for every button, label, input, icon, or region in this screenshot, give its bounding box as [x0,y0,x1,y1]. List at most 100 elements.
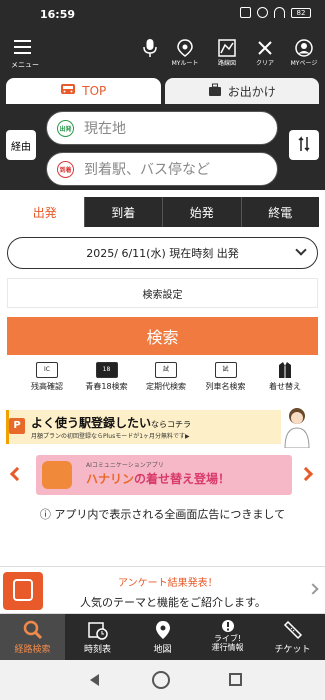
nav-route-search-label: 経路検索 [14,645,51,655]
mypage-label: MYページ [290,60,318,67]
from-badge: 出発 [57,119,74,137]
shortcut-row: IC 残高確認 18 青春18検索 試 定期代検索 試 列車名検索 着せ替え [22,359,310,397]
chevron-down-icon [295,244,307,256]
nav-live-info[interactable]: ライブ! 運行情報 [195,614,260,660]
nav-ticket-label: チケット [274,645,311,655]
mode-first-train[interactable]: 始発 [162,197,241,227]
shortcut-commuter-pass[interactable]: 試 定期代検索 [141,359,191,397]
route-map-button[interactable]: 路線図 [213,38,241,68]
alert-icon [195,618,260,634]
train-icon [60,83,76,100]
wifi-icon [274,7,285,18]
nav-timetable-label: 時刻表 [83,645,111,655]
system-nav-bar [0,660,325,700]
status-bar: 16:59 82 [0,0,325,28]
seishun18-icon: 18 [82,359,132,381]
tab-odekake-label: お出かけ [227,84,276,99]
promo-banner[interactable]: P よく使う駅登録したいならコチラ 月額プランの初回登録ならPlusモードが1ヶ… [6,404,319,450]
clear-button[interactable]: クリア [251,38,279,68]
tab-top-label: TOP [82,84,107,98]
via-button[interactable]: 経由 [6,130,36,160]
shortcut-seishun18[interactable]: 18 青春18検索 [82,359,132,397]
swap-button[interactable] [289,130,319,160]
ad-kicker: AIコミュニケーションアプリ [86,462,164,469]
tab-top[interactable]: TOP [6,78,161,104]
shortcut-theme[interactable]: 着せ替え [260,359,310,397]
search-settings-button[interactable]: 検索設定 [7,278,318,308]
shortcut-balance-label: 残高確認 [31,382,63,391]
my-route-button[interactable]: MYルート [171,38,199,68]
mypage-icon [290,38,318,58]
fullscreen-ad-notice[interactable]: ⓘ アプリ内で表示される全画面広告につきまして [0,506,325,522]
chevron-left-icon[interactable] [9,466,25,482]
shortcut-seishun18-label: 青春18検索 [85,382,128,391]
commuter-pass-icon: 試 [141,359,191,381]
mode-departure[interactable]: 出発 [6,197,84,227]
bottom-nav: 経路検索 時刻表 地図 ライブ! 運行情報 チケット [0,614,325,660]
shortcut-balance[interactable]: IC 残高確認 [22,359,72,397]
menu-label: メニュー [11,61,39,69]
menu-button[interactable]: メニュー [10,38,40,69]
status-icons: 82 [240,7,311,18]
battery-icon: 82 [291,7,311,18]
tab-odekake[interactable]: お出かけ [164,78,319,104]
chevron-right-icon [307,583,319,595]
from-placeholder: 現在地 [84,121,126,137]
survey-banner[interactable]: アンケート結果発表！ 人気のテーマと機能をご紹介します。 [0,566,325,614]
top-tabs: TOP お出かけ [0,74,325,104]
notification-icon [240,7,251,18]
shortcut-train-name[interactable]: 試 列車名検索 [201,359,251,397]
ad-banner[interactable]: AIコミュニケーションアプリ ハナリンの着せ替え登場！ [6,455,319,495]
my-route-label: MYルート [171,60,199,67]
to-field[interactable]: 到着 到着駅、バス停など [46,152,278,186]
datetime-selector[interactable]: 2025/ 6/11(水) 現在時刻 出発 [7,237,318,269]
search-button[interactable]: 検索 [7,317,318,355]
clear-icon [251,38,279,58]
ticket-icon [260,618,325,642]
my-route-icon [171,38,199,58]
from-field[interactable]: 出発 現在地 [46,111,278,145]
nav-map[interactable]: 地図 [130,614,195,660]
nav-ticket[interactable]: チケット [260,614,325,660]
chevron-right-icon[interactable] [298,466,314,482]
search-settings-label: 検索設定 [142,289,183,301]
promo-subtitle: 月額プランの初回登録ならPlusモードが1ヶ月分無料です▶ [31,433,190,440]
nav-route-search[interactable]: 経路検索 [0,614,65,660]
ad-title: ハナリンの着せ替え登場！ [86,472,231,486]
mypage-button[interactable]: MYページ [290,38,318,68]
recent-apps-icon[interactable] [229,673,242,686]
promo-title: よく使う駅登録したいならコチラ [31,416,192,430]
route-map-label: 路線図 [217,60,236,67]
datetime-label: 2025/ 6/11(水) 現在時刻 出発 [86,247,239,260]
microphone-button[interactable] [136,38,164,68]
route-map-icon [213,38,241,58]
person-illustration [281,404,313,449]
survey-body: 人気のテーマと機能をご紹介します。 [80,596,266,609]
bus-icon [3,572,43,610]
microphone-icon [136,38,164,58]
timetable-icon [65,618,130,642]
shortcut-commuter-pass-label: 定期代検索 [146,382,186,391]
nav-map-label: 地図 [153,645,172,655]
search-button-label: 検索 [146,328,179,347]
mascot-icon [42,461,72,489]
shortcut-train-name-label: 列車名検索 [205,382,246,391]
nav-timetable[interactable]: 時刻表 [65,614,130,660]
ad-box: AIコミュニケーションアプリ ハナリンの着せ替え登場！ [36,455,292,495]
suit-icon [260,359,310,381]
via-label: 経由 [11,141,31,153]
map-pin-icon [130,618,195,642]
back-icon[interactable] [90,674,99,686]
home-icon[interactable] [152,671,170,689]
mute-icon [257,7,268,18]
luggage-icon [208,83,222,100]
top-bar: メニュー MYルート 路線図 クリア MYページ [0,28,325,74]
mode-arrival[interactable]: 到着 [83,197,162,227]
clear-label: クリア [255,60,274,67]
ic-card-icon: IC [22,359,72,381]
plus-logo: P [9,418,25,434]
shortcut-theme-label: 着せ替え [269,382,301,391]
survey-title: アンケート結果発表！ [118,578,218,589]
swap-icon [298,135,310,156]
mode-last-train[interactable]: 終電 [240,197,319,227]
